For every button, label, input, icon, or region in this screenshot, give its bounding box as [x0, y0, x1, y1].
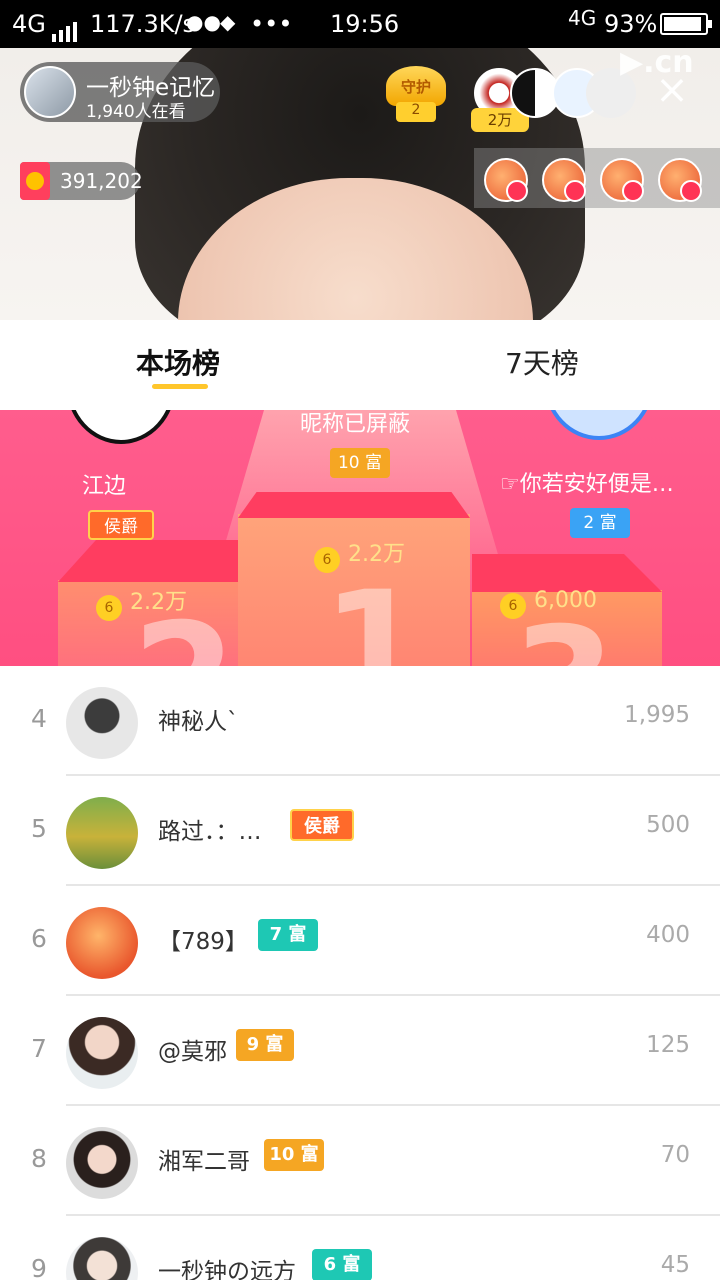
rank-badge: 侯爵 — [290, 809, 354, 841]
rank-1-digit: 1 — [322, 560, 427, 666]
first-place-name: 昵称已屏蔽 — [300, 412, 411, 437]
rank-number: 4 — [31, 704, 47, 733]
avatar[interactable] — [66, 1127, 138, 1199]
list-item[interactable]: 5 路过．：… 侯爵 500 — [0, 776, 720, 886]
user-name: @莫邪 — [158, 1039, 227, 1065]
coin-total-value: 391,202 — [60, 169, 143, 193]
avatar[interactable] — [66, 907, 138, 979]
second-place-avatar[interactable] — [66, 410, 176, 444]
avatar[interactable] — [66, 797, 138, 869]
score: 125 — [646, 1032, 690, 1058]
third-place-coin-value: 6,000 — [534, 588, 597, 613]
status-bar: 4G 117.3K/s ●● ◆ ••• 19:56 4G 93% — [0, 0, 720, 48]
tab-week[interactable]: 7天榜 — [505, 342, 579, 382]
user-name: 路过．：… — [158, 819, 262, 845]
network-speed: 117.3K/s — [90, 10, 196, 38]
rank-number: 5 — [31, 814, 47, 843]
coin-icon: 6 — [314, 547, 340, 573]
score: 45 — [660, 1252, 690, 1278]
rank-number: 7 — [31, 1034, 47, 1063]
third-place-name: ☞你若安好便是… — [500, 472, 674, 497]
rank-number: 6 — [31, 924, 47, 953]
rank-number: 9 — [31, 1254, 47, 1280]
network-type: 4G — [12, 10, 46, 38]
rank-badge: 7 富 — [258, 919, 318, 951]
signal-icon — [52, 14, 80, 42]
more-notifications-icon: ••• — [250, 10, 293, 38]
ranking-tabs: 本场榜 7天榜 — [0, 320, 720, 410]
list-item[interactable]: 8 湘军二哥 10 富 70 — [0, 1106, 720, 1216]
ranking-list[interactable]: 4 神秘人` 1,995 5 路过．：… 侯爵 500 6 【789】 7 富 … — [0, 666, 720, 1280]
gift-sender-avatar[interactable] — [484, 158, 528, 202]
third-place-badge: 2 富 — [570, 508, 630, 538]
clock: 19:56 — [330, 10, 400, 38]
score: 400 — [646, 922, 690, 948]
first-place-coin-value: 2.2万 — [348, 542, 405, 567]
coin-icon — [20, 162, 50, 200]
host-info[interactable]: 一秒钟e记忆 1,940人在看 — [20, 62, 220, 122]
second-place-coins: 6 2.2万 — [96, 584, 187, 621]
third-place-avatar[interactable] — [544, 410, 654, 440]
close-icon[interactable]: × — [654, 70, 690, 110]
first-place-coins: 6 2.2万 — [314, 536, 405, 573]
rank-badge: 9 富 — [236, 1029, 294, 1061]
guard-count: 2 — [396, 102, 436, 122]
rank-number: 8 — [31, 1144, 47, 1173]
avatar[interactable] — [66, 1017, 138, 1089]
score: 70 — [660, 1142, 690, 1168]
user-name: 一秒钟の远方 — [158, 1259, 296, 1280]
third-place-block-top — [472, 554, 662, 592]
gift-senders — [474, 148, 720, 208]
user-name: 【789】 — [158, 929, 248, 955]
avatar[interactable] — [66, 687, 138, 759]
avatar[interactable] — [66, 1237, 138, 1280]
first-place-block-top — [238, 492, 470, 518]
gift-sender-avatar[interactable] — [600, 158, 644, 202]
second-place-block-top — [58, 540, 248, 582]
list-item[interactable]: 4 神秘人` 1,995 — [0, 666, 720, 776]
gift-sender-avatar[interactable] — [658, 158, 702, 202]
host-avatar[interactable] — [24, 66, 76, 118]
user-name: 湘军二哥 — [158, 1149, 250, 1175]
viewer-count: 1,940人在看 — [86, 102, 186, 122]
guard-button[interactable]: 守护 2 — [386, 66, 446, 124]
coin-icon: 6 — [96, 595, 122, 621]
coin-total[interactable]: 391,202 — [20, 162, 143, 200]
user-name: 神秘人` — [158, 709, 239, 735]
score: 1,995 — [624, 702, 690, 728]
qq-icon: ◆ — [220, 10, 236, 34]
third-place-coins: 6 6,000 — [500, 588, 597, 619]
podium: 2 1 3 昵称已屏蔽 10 富 62.2万 江边 侯爵 62.2万 ☞你若安好… — [0, 410, 720, 666]
wechat-icon: ●● — [186, 10, 221, 34]
first-place-badge: 10 富 — [330, 448, 390, 478]
tab-current[interactable]: 本场榜 — [136, 342, 220, 382]
battery-icon — [660, 13, 712, 35]
network-type-right: 4G — [568, 6, 597, 30]
guard-label: 守护 — [400, 78, 431, 96]
tab-indicator — [152, 384, 208, 389]
score: 500 — [646, 812, 690, 838]
list-item[interactable]: 9 一秒钟の远方 6 富 45 — [0, 1216, 720, 1280]
list-item[interactable]: 7 @莫邪 9 富 125 — [0, 996, 720, 1106]
second-place-coin-value: 2.2万 — [130, 590, 187, 615]
rank-badge: 10 富 — [264, 1139, 324, 1171]
second-place-badge: 侯爵 — [88, 510, 154, 540]
rank-badge: 6 富 — [312, 1249, 372, 1280]
battery-percent: 93% — [604, 10, 658, 38]
second-place-name: 江边 — [82, 474, 127, 499]
coin-icon: 6 — [500, 593, 526, 619]
gift-sender-avatar[interactable] — [542, 158, 586, 202]
list-item[interactable]: 6 【789】 7 富 400 — [0, 886, 720, 996]
